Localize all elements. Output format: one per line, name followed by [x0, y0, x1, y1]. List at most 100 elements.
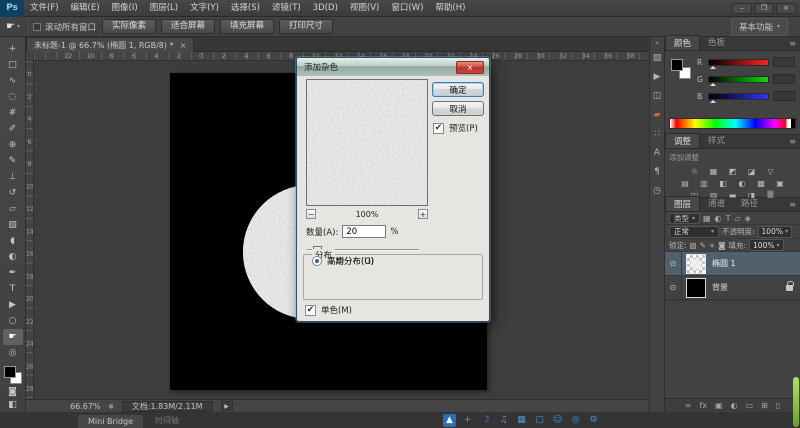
- panel-menu-icon[interactable]: ≡: [789, 200, 796, 209]
- mb-app-icon[interactable]: ▲: [443, 414, 456, 427]
- filter-type-layers-icon[interactable]: T: [726, 214, 731, 223]
- layer-visibility-toggle[interactable]: ⊙: [665, 252, 682, 276]
- new-layer-icon[interactable]: ⊞: [761, 402, 768, 410]
- paragraph-panel-icon[interactable]: ¶: [654, 167, 660, 177]
- add-layer-mask-icon[interactable]: ▣: [715, 402, 723, 410]
- document-tab[interactable]: 未标题-1 @ 66.7% (椭圆 1, RGB/8) * ×: [26, 37, 194, 52]
- layer-kind-dropdown[interactable]: 类型 ▾: [669, 213, 700, 224]
- channel-value-field[interactable]: [773, 91, 795, 101]
- character-panel-icon[interactable]: A: [654, 148, 660, 158]
- clone-source-panel-icon[interactable]: ◫: [653, 91, 662, 101]
- lock-transparent-icon[interactable]: ▨: [690, 241, 697, 250]
- healing-brush-tool[interactable]: ⊕: [3, 137, 23, 153]
- opacity-field[interactable]: 100% ▾: [758, 226, 792, 238]
- brush-presets-panel-icon[interactable]: ▰: [654, 110, 661, 120]
- layer-visibility-toggle[interactable]: ⊙: [665, 276, 682, 300]
- current-tool-indicator[interactable]: ☛ ▾: [6, 21, 20, 32]
- options-button[interactable]: 适合屏幕: [161, 19, 215, 34]
- vibrance-icon[interactable]: ▽: [762, 165, 779, 177]
- document-close-icon[interactable]: ×: [180, 41, 187, 50]
- expand-panels-icon[interactable]: «: [655, 39, 659, 47]
- panel-tab[interactable]: 图层: [665, 196, 700, 211]
- radio-gaussian-distribution[interactable]: 高斯分布(G): [312, 255, 374, 267]
- quick-selection-tool[interactable]: ◌: [3, 89, 23, 105]
- hue-saturation-icon[interactable]: ▤: [677, 177, 694, 189]
- move-tool[interactable]: +: [3, 41, 23, 57]
- hand-tool[interactable]: ☛: [3, 329, 23, 345]
- menu-item[interactable]: 窗口(W): [385, 0, 429, 17]
- lasso-tool[interactable]: ∿: [3, 73, 23, 89]
- delete-layer-icon[interactable]: ▯: [776, 402, 780, 410]
- panel-tab[interactable]: 路径: [733, 196, 766, 211]
- panel-menu-icon[interactable]: ≡: [789, 137, 796, 146]
- black-white-icon[interactable]: ◧: [715, 177, 732, 189]
- layer-thumbnail[interactable]: [686, 278, 706, 298]
- clone-stamp-tool[interactable]: ⊥: [3, 169, 23, 185]
- dodge-tool[interactable]: ◐: [3, 249, 23, 265]
- layer-row[interactable]: ⊙ 椭圆 1: [665, 252, 800, 276]
- marquee-tool[interactable]: □: [3, 57, 23, 73]
- crop-tool[interactable]: #: [3, 105, 23, 121]
- filter-shape-layers-icon[interactable]: ▱: [734, 214, 740, 223]
- tool-presets-panel-icon[interactable]: ∷: [654, 129, 660, 139]
- menu-item[interactable]: 图像(I): [106, 0, 144, 17]
- blur-tool[interactable]: ◖: [3, 233, 23, 249]
- shirt-icon[interactable]: ▢: [533, 414, 546, 427]
- move-icon[interactable]: +: [461, 414, 474, 427]
- lock-all-icon[interactable]: ◙: [718, 241, 725, 250]
- layer-thumbnail[interactable]: [686, 254, 706, 274]
- photo-filter-icon[interactable]: ◐: [734, 177, 751, 189]
- foreground-color-swatch[interactable]: [4, 366, 16, 378]
- blend-mode-dropdown[interactable]: 正常 ▾: [669, 226, 719, 238]
- foreground-color-swatch[interactable]: [671, 59, 683, 71]
- menu-item[interactable]: 滤镜(T): [266, 0, 307, 17]
- menu-item[interactable]: 视图(V): [344, 0, 385, 17]
- foreground-background-swatches[interactable]: [3, 365, 23, 385]
- search-icon[interactable]: ◎: [569, 414, 582, 427]
- options-button[interactable]: 打印尺寸: [279, 19, 333, 34]
- moon-icon[interactable]: ☽: [479, 414, 492, 427]
- filter-smart-objects-icon[interactable]: ◈: [745, 214, 751, 223]
- bottom-panel-tab[interactable]: Mini Bridge: [78, 415, 143, 428]
- panel-tab[interactable]: 颜色: [665, 35, 700, 50]
- channel-value-field[interactable]: [773, 57, 795, 67]
- music-icon[interactable]: ♫: [497, 414, 510, 427]
- menu-item[interactable]: 编辑(E): [65, 0, 106, 17]
- zoom-level-field[interactable]: 66.67%: [70, 402, 101, 411]
- panel-tab[interactable]: 样式: [700, 133, 733, 148]
- restore-button[interactable]: ❐: [754, 3, 774, 14]
- channel-slider[interactable]: [708, 59, 769, 66]
- channel-value-field[interactable]: [773, 74, 795, 84]
- user-icon[interactable]: ☺: [551, 414, 564, 427]
- menu-item[interactable]: 图层(L): [144, 0, 184, 17]
- options-button[interactable]: 实际像素: [102, 19, 156, 34]
- panel-menu-icon[interactable]: ≡: [789, 39, 796, 48]
- lock-pixels-icon[interactable]: ✎: [700, 241, 706, 250]
- color-spectrum-bar[interactable]: [669, 118, 796, 129]
- zoom-tool[interactable]: ◎: [3, 345, 23, 361]
- eyedropper-tool[interactable]: ✐: [3, 121, 23, 137]
- layer-style-icon[interactable]: fx: [699, 402, 707, 410]
- gradient-tool[interactable]: ▧: [3, 217, 23, 233]
- minimize-button[interactable]: –: [732, 3, 752, 14]
- panel-tab[interactable]: 色板: [700, 35, 733, 50]
- ok-button[interactable]: 确定: [432, 82, 484, 97]
- channel-mixer-icon[interactable]: ▩: [753, 177, 770, 189]
- menu-item[interactable]: 3D(D): [307, 0, 344, 17]
- noise-preview[interactable]: [306, 79, 428, 206]
- eraser-tool[interactable]: ▱: [3, 201, 23, 217]
- channel-slider[interactable]: [708, 93, 769, 100]
- color-swatches[interactable]: [670, 58, 692, 80]
- workspace-switcher[interactable]: 基本功能 ▾: [731, 18, 788, 36]
- pen-tool[interactable]: ✒: [3, 265, 23, 281]
- bottom-panel-tab[interactable]: 时间轴: [145, 413, 189, 428]
- quick-mask-button[interactable]: ◙: [3, 385, 23, 398]
- link-layers-icon[interactable]: ∞: [685, 402, 692, 410]
- curves-icon[interactable]: ◩: [724, 165, 741, 177]
- screen-mode-button[interactable]: ◧: [3, 399, 23, 412]
- dialog-close-button[interactable]: ×: [456, 61, 484, 74]
- fill-field[interactable]: 100% ▾: [749, 239, 783, 251]
- menu-item[interactable]: 文字(Y): [184, 0, 225, 17]
- lock-position-icon[interactable]: +: [709, 241, 715, 250]
- panel-tab[interactable]: 通道: [700, 196, 733, 211]
